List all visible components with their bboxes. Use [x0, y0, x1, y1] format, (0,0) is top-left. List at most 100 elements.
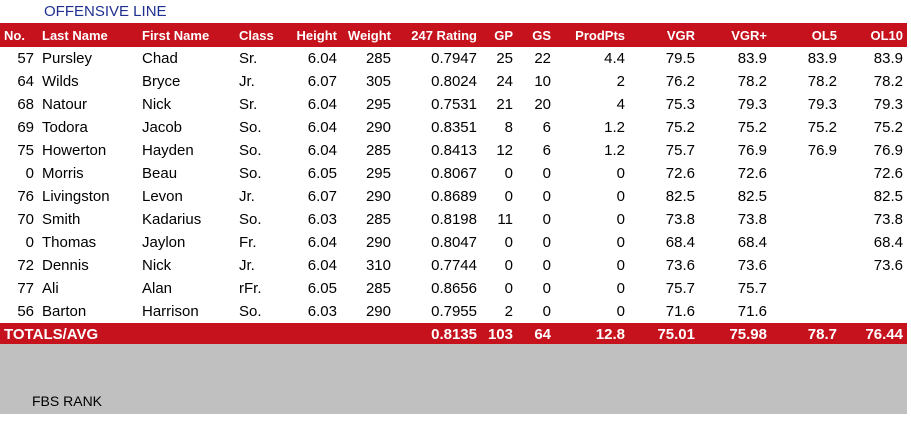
cell-weight: 295	[365, 165, 391, 182]
cell-ol10: 79.3	[873, 96, 903, 113]
total-prodpts: 12.8	[595, 325, 625, 343]
cell-weight: 305	[365, 73, 391, 90]
cell-prodpts: 4.4	[604, 50, 625, 67]
cell-prodpts: 0	[616, 165, 625, 182]
cell-gp: 11	[497, 211, 513, 228]
cell-vgr: 75.7	[665, 142, 695, 159]
cell-ol5	[771, 208, 841, 231]
cell-247-rating: 0.8689	[431, 188, 477, 205]
cell-class: Jr.	[239, 188, 255, 205]
cell-vgr: 71.6	[665, 303, 695, 320]
cell-class: Sr.	[239, 96, 258, 113]
cell-vgr: 72.6	[665, 165, 695, 182]
cell-gs: 0	[542, 165, 551, 182]
cell-first-name: Nick	[142, 96, 172, 113]
fbs-rank-band	[0, 344, 907, 414]
cell-ol10: 76.9	[873, 142, 903, 159]
col-header-gp: GP	[494, 27, 513, 43]
cell-gp: 0	[504, 234, 513, 251]
cell-last-name: Livingston	[42, 188, 110, 205]
cell-vgr: 73.8	[665, 211, 695, 228]
cell-first-name: Harrison	[142, 303, 199, 320]
col-header-height: Height	[296, 27, 337, 43]
total-gp: 103	[487, 325, 513, 343]
cell-gs: 10	[534, 73, 551, 90]
col-header-247-rating: 247 Rating	[411, 27, 477, 43]
roster-body: 57 Pursley Chad Sr. 6.04 285 0.7947 25 22 4.4 79.5…	[0, 47, 907, 323]
cell-gs: 0	[542, 257, 551, 274]
cell-gs: 0	[542, 188, 551, 205]
cell-247-rating: 0.7531	[431, 96, 477, 113]
cell-ol10	[841, 277, 907, 300]
table-row: 57 Pursley Chad Sr. 6.04 285 0.7947 25 22 4.4 79.5…	[0, 47, 907, 70]
total-vgr: 75.01	[657, 325, 695, 343]
cell-prodpts: 1.2	[604, 119, 625, 136]
total-ol10: 76.44	[865, 325, 903, 343]
cell-247-rating: 0.7744	[431, 257, 477, 274]
cell-prodpts: 0	[616, 211, 625, 228]
cell-247-rating: 0.8067	[431, 165, 477, 182]
cell-height: 6.05	[307, 280, 337, 297]
cell-gp: 2	[504, 303, 513, 320]
cell-no: 69	[17, 119, 34, 136]
cell-height: 6.04	[307, 119, 337, 136]
cell-gp: 8	[504, 119, 513, 136]
cell-prodpts: 4	[616, 96, 625, 113]
table-row: 68 Natour Nick Sr. 6.04 295 0.7531 21 20 4 75.3 79.…	[0, 93, 907, 116]
totals-label: TOTALS/AVG	[4, 325, 99, 343]
cell-gs: 20	[534, 96, 551, 113]
cell-gs: 6	[542, 119, 551, 136]
cell-no: 70	[17, 211, 34, 228]
col-header-weight: Weight	[347, 27, 391, 43]
cell-height: 6.04	[307, 96, 337, 113]
cell-vgr: 73.6	[665, 257, 695, 274]
cell-class: Jr.	[239, 73, 255, 90]
total-ol5: 78.7	[807, 325, 837, 343]
cell-no: 57	[17, 50, 34, 67]
table-row: 56 Barton Harrison So. 6.03 290 0.7955 2 0 0 71.6 7…	[0, 300, 907, 323]
cell-last-name: Dennis	[42, 257, 89, 274]
cell-gp: 0	[504, 257, 513, 274]
col-header-ol5: OL5	[811, 27, 837, 43]
col-header-gs: GS	[532, 27, 551, 43]
cell-gp: 25	[496, 50, 513, 67]
cell-weight: 290	[365, 234, 391, 251]
cell-vgr-plus: 71.6	[737, 303, 767, 320]
cell-gs: 6	[542, 142, 551, 159]
cell-ol5: 83.9	[807, 50, 837, 67]
cell-class: Sr.	[239, 50, 258, 67]
cell-gp: 12	[496, 142, 513, 159]
table-row: 69 Todora Jacob So. 6.04 290 0.8351 8 6 1.2 75.2 75…	[0, 116, 907, 139]
cell-ol10: 68.4	[873, 234, 903, 251]
cell-weight: 285	[365, 280, 391, 297]
cell-vgr-plus: 82.5	[737, 188, 767, 205]
cell-prodpts: 0	[616, 280, 625, 297]
table-row: 0 Thomas Jaylon Fr. 6.04 290 0.8047 0 0 0 68.4 68.4…	[0, 231, 907, 254]
cell-height: 6.07	[307, 73, 337, 90]
cell-no: 0	[25, 165, 34, 182]
cell-vgr-plus: 68.4	[737, 234, 767, 251]
cell-height: 6.03	[307, 211, 337, 228]
cell-ol10	[841, 300, 907, 323]
cell-ol5	[771, 277, 841, 300]
cell-ol5	[771, 162, 841, 185]
cell-last-name: Natour	[42, 96, 88, 113]
cell-first-name: Beau	[142, 165, 178, 182]
cell-last-name: Ali	[42, 280, 59, 297]
cell-ol5: 78.2	[807, 73, 837, 90]
cell-247-rating: 0.8351	[431, 119, 477, 136]
cell-first-name: Levon	[142, 188, 183, 205]
cell-prodpts: 0	[616, 257, 625, 274]
offensive-line-table: No. Last Name First Name Class Height We…	[0, 23, 907, 345]
cell-no: 76	[17, 188, 34, 205]
cell-first-name: Chad	[142, 50, 178, 67]
col-header-first-name: First Name	[142, 27, 210, 43]
table-row: 76 Livingston Levon Jr. 6.07 290 0.8689 0 0 0 82.5…	[0, 185, 907, 208]
cell-class: So.	[239, 119, 262, 136]
cell-ol10: 75.2	[873, 119, 903, 136]
cell-prodpts: 0	[616, 234, 625, 251]
cell-height: 6.04	[307, 50, 337, 67]
cell-vgr-plus: 75.7	[737, 280, 767, 297]
cell-class: So.	[239, 211, 262, 228]
section-title: OFFENSIVE LINE	[44, 3, 167, 20]
